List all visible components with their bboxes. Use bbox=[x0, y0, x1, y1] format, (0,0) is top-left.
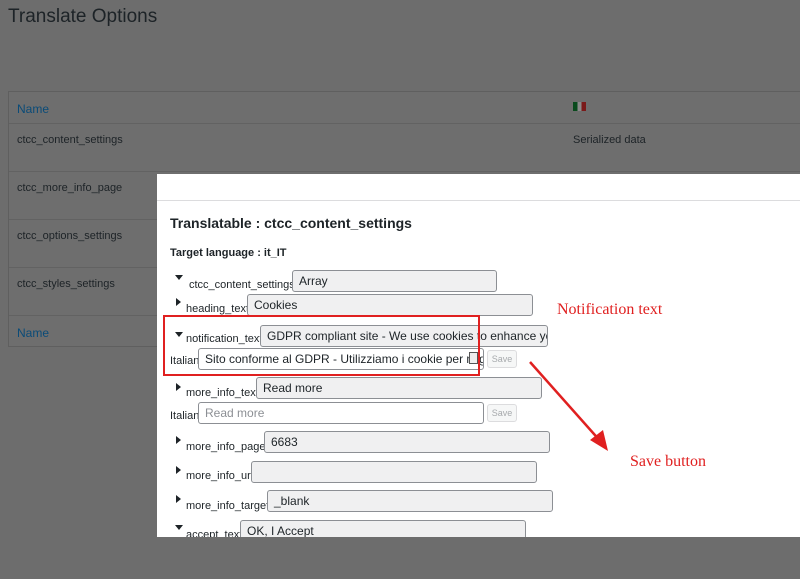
annotation-arrow-icon bbox=[529, 361, 608, 451]
